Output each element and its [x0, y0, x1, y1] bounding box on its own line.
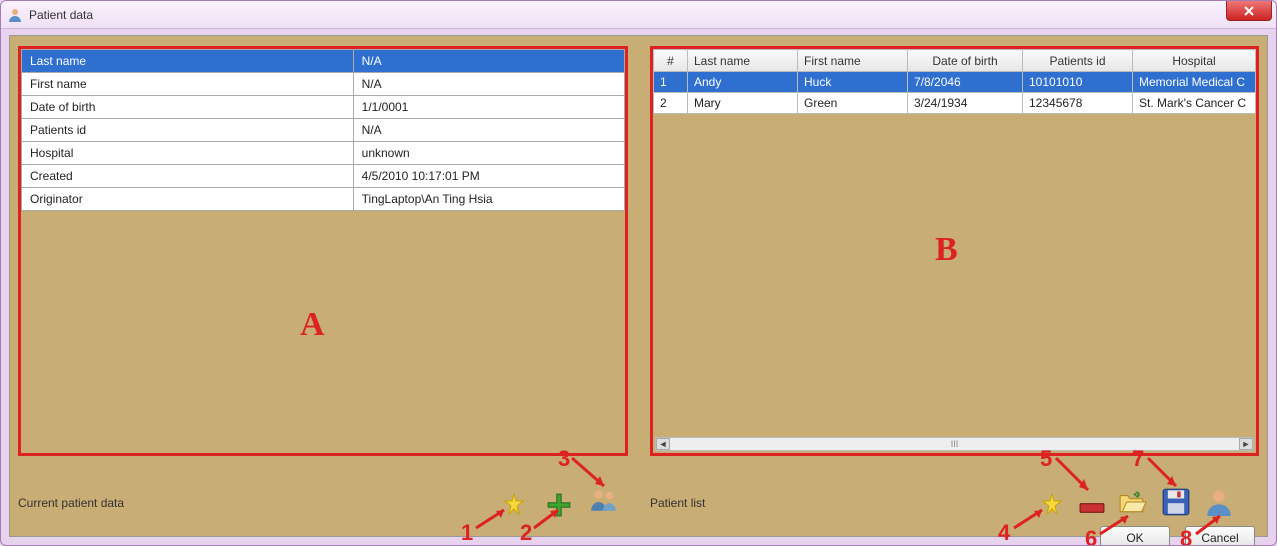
table-cell: Mary [688, 93, 798, 114]
property-row[interactable]: Date of birth1/1/0001 [22, 96, 625, 119]
delete-button[interactable] [1078, 494, 1106, 522]
floppy-disk-icon [1162, 488, 1190, 516]
callout-1: 1 [461, 520, 473, 546]
table-cell: 7/8/2046 [908, 72, 1023, 93]
property-row[interactable]: Patients idN/A [22, 119, 625, 142]
patient-data-window: Patient data Last nameN/AFirst nameN/ADa… [0, 0, 1277, 546]
callout-5-arrow-icon [1054, 454, 1094, 494]
table-cell: 12345678 [1023, 93, 1133, 114]
column-header[interactable]: Hospital [1133, 50, 1256, 72]
scroll-track[interactable]: III [670, 438, 1239, 450]
patient-list-caption: Patient list [650, 496, 705, 510]
property-value: 4/5/2010 10:17:01 PM [353, 165, 624, 188]
callout-6: 6 [1085, 526, 1097, 546]
open-button[interactable] [1118, 488, 1146, 516]
property-row[interactable]: OriginatorTingLaptop\An Ting Hsia [22, 188, 625, 211]
property-key: Patients id [22, 119, 354, 142]
property-row[interactable]: Hospitalunknown [22, 142, 625, 165]
titlebar: Patient data [1, 1, 1276, 29]
patient-properties-table[interactable]: Last nameN/AFirst nameN/ADate of birth1/… [21, 49, 625, 211]
table-cell: 1 [654, 72, 688, 93]
patient-list-scrollview: #Last nameFirst nameDate of birthPatient… [653, 49, 1256, 435]
scroll-right-arrow-icon[interactable]: ► [1239, 438, 1253, 450]
table-cell: 3/24/1934 [908, 93, 1023, 114]
callout-2: 2 [520, 520, 532, 546]
property-key: Created [22, 165, 354, 188]
user-button[interactable] [1205, 488, 1233, 516]
current-patient-panel: Last nameN/AFirst nameN/ADate of birth1/… [18, 46, 628, 456]
property-value: 1/1/0001 [353, 96, 624, 119]
property-key: Last name [22, 50, 354, 73]
minus-icon [1079, 502, 1105, 514]
table-row[interactable]: 2MaryGreen3/24/193412345678St. Mark's Ca… [654, 93, 1256, 114]
table-cell: 10101010 [1023, 72, 1133, 93]
property-key: First name [22, 73, 354, 96]
plus-icon [546, 492, 572, 518]
users-icon [590, 486, 618, 514]
table-cell: Memorial Medical C [1133, 72, 1256, 93]
current-patient-caption: Current patient data [18, 496, 124, 510]
users-button[interactable] [590, 486, 618, 514]
table-cell: 2 [654, 93, 688, 114]
ok-button[interactable]: OK [1100, 526, 1170, 546]
scroll-thumb-label: III [951, 439, 959, 449]
app-user-icon [7, 7, 23, 23]
property-row[interactable]: Created4/5/2010 10:17:01 PM [22, 165, 625, 188]
horizontal-scrollbar[interactable]: ◄ III ► [655, 437, 1254, 451]
property-key: Originator [22, 188, 354, 211]
table-cell: Andy [688, 72, 798, 93]
callout-4: 4 [998, 520, 1010, 546]
patient-list-panel: #Last nameFirst nameDate of birthPatient… [650, 46, 1259, 456]
column-header[interactable]: # [654, 50, 688, 72]
user-icon [1205, 488, 1233, 516]
property-value: N/A [353, 73, 624, 96]
save-button[interactable] [1162, 488, 1190, 516]
patient-list-table[interactable]: #Last nameFirst nameDate of birthPatient… [653, 49, 1256, 114]
scroll-left-arrow-icon[interactable]: ◄ [656, 438, 670, 450]
property-row[interactable]: First nameN/A [22, 73, 625, 96]
callout-3-arrow-icon [570, 454, 610, 490]
window-controls [1226, 1, 1272, 21]
table-cell: Huck [798, 72, 908, 93]
property-key: Hospital [22, 142, 354, 165]
table-row[interactable]: 1AndyHuck7/8/204610101010Memorial Medica… [654, 72, 1256, 93]
client-area: Last nameN/AFirst nameN/ADate of birth1/… [9, 35, 1268, 537]
column-header[interactable]: First name [798, 50, 908, 72]
close-button[interactable] [1226, 1, 1272, 21]
property-value: N/A [353, 50, 624, 73]
property-value: TingLaptop\An Ting Hsia [353, 188, 624, 211]
property-value: N/A [353, 119, 624, 142]
new-list-button[interactable] [1038, 491, 1066, 519]
new-button[interactable] [500, 491, 528, 519]
column-header[interactable]: Patients id [1023, 50, 1133, 72]
star-icon [502, 493, 526, 517]
cancel-button[interactable]: Cancel [1185, 526, 1255, 546]
table-cell: Green [798, 93, 908, 114]
add-button[interactable] [545, 491, 573, 519]
callout-7-arrow-icon [1146, 454, 1180, 490]
column-header[interactable]: Date of birth [908, 50, 1023, 72]
property-key: Date of birth [22, 96, 354, 119]
table-cell: St. Mark's Cancer C [1133, 93, 1256, 114]
star-icon [1040, 493, 1064, 517]
property-value: unknown [353, 142, 624, 165]
property-row[interactable]: Last nameN/A [22, 50, 625, 73]
window-title: Patient data [29, 8, 93, 22]
column-header[interactable]: Last name [688, 50, 798, 72]
folder-open-icon [1118, 489, 1146, 515]
